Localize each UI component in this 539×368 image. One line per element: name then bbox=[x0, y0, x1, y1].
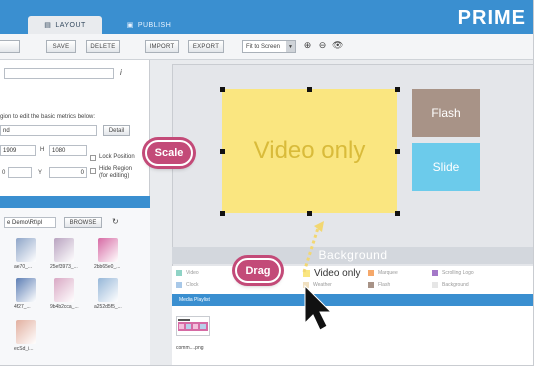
scale-callout: Scale bbox=[145, 140, 193, 166]
drag-arrow-head bbox=[314, 221, 324, 232]
drag-callout: Drag bbox=[235, 258, 281, 283]
mouse-cursor-icon bbox=[304, 284, 333, 331]
drag-dotted-arrow bbox=[302, 227, 320, 273]
annotation-overlay bbox=[302, 221, 333, 331]
